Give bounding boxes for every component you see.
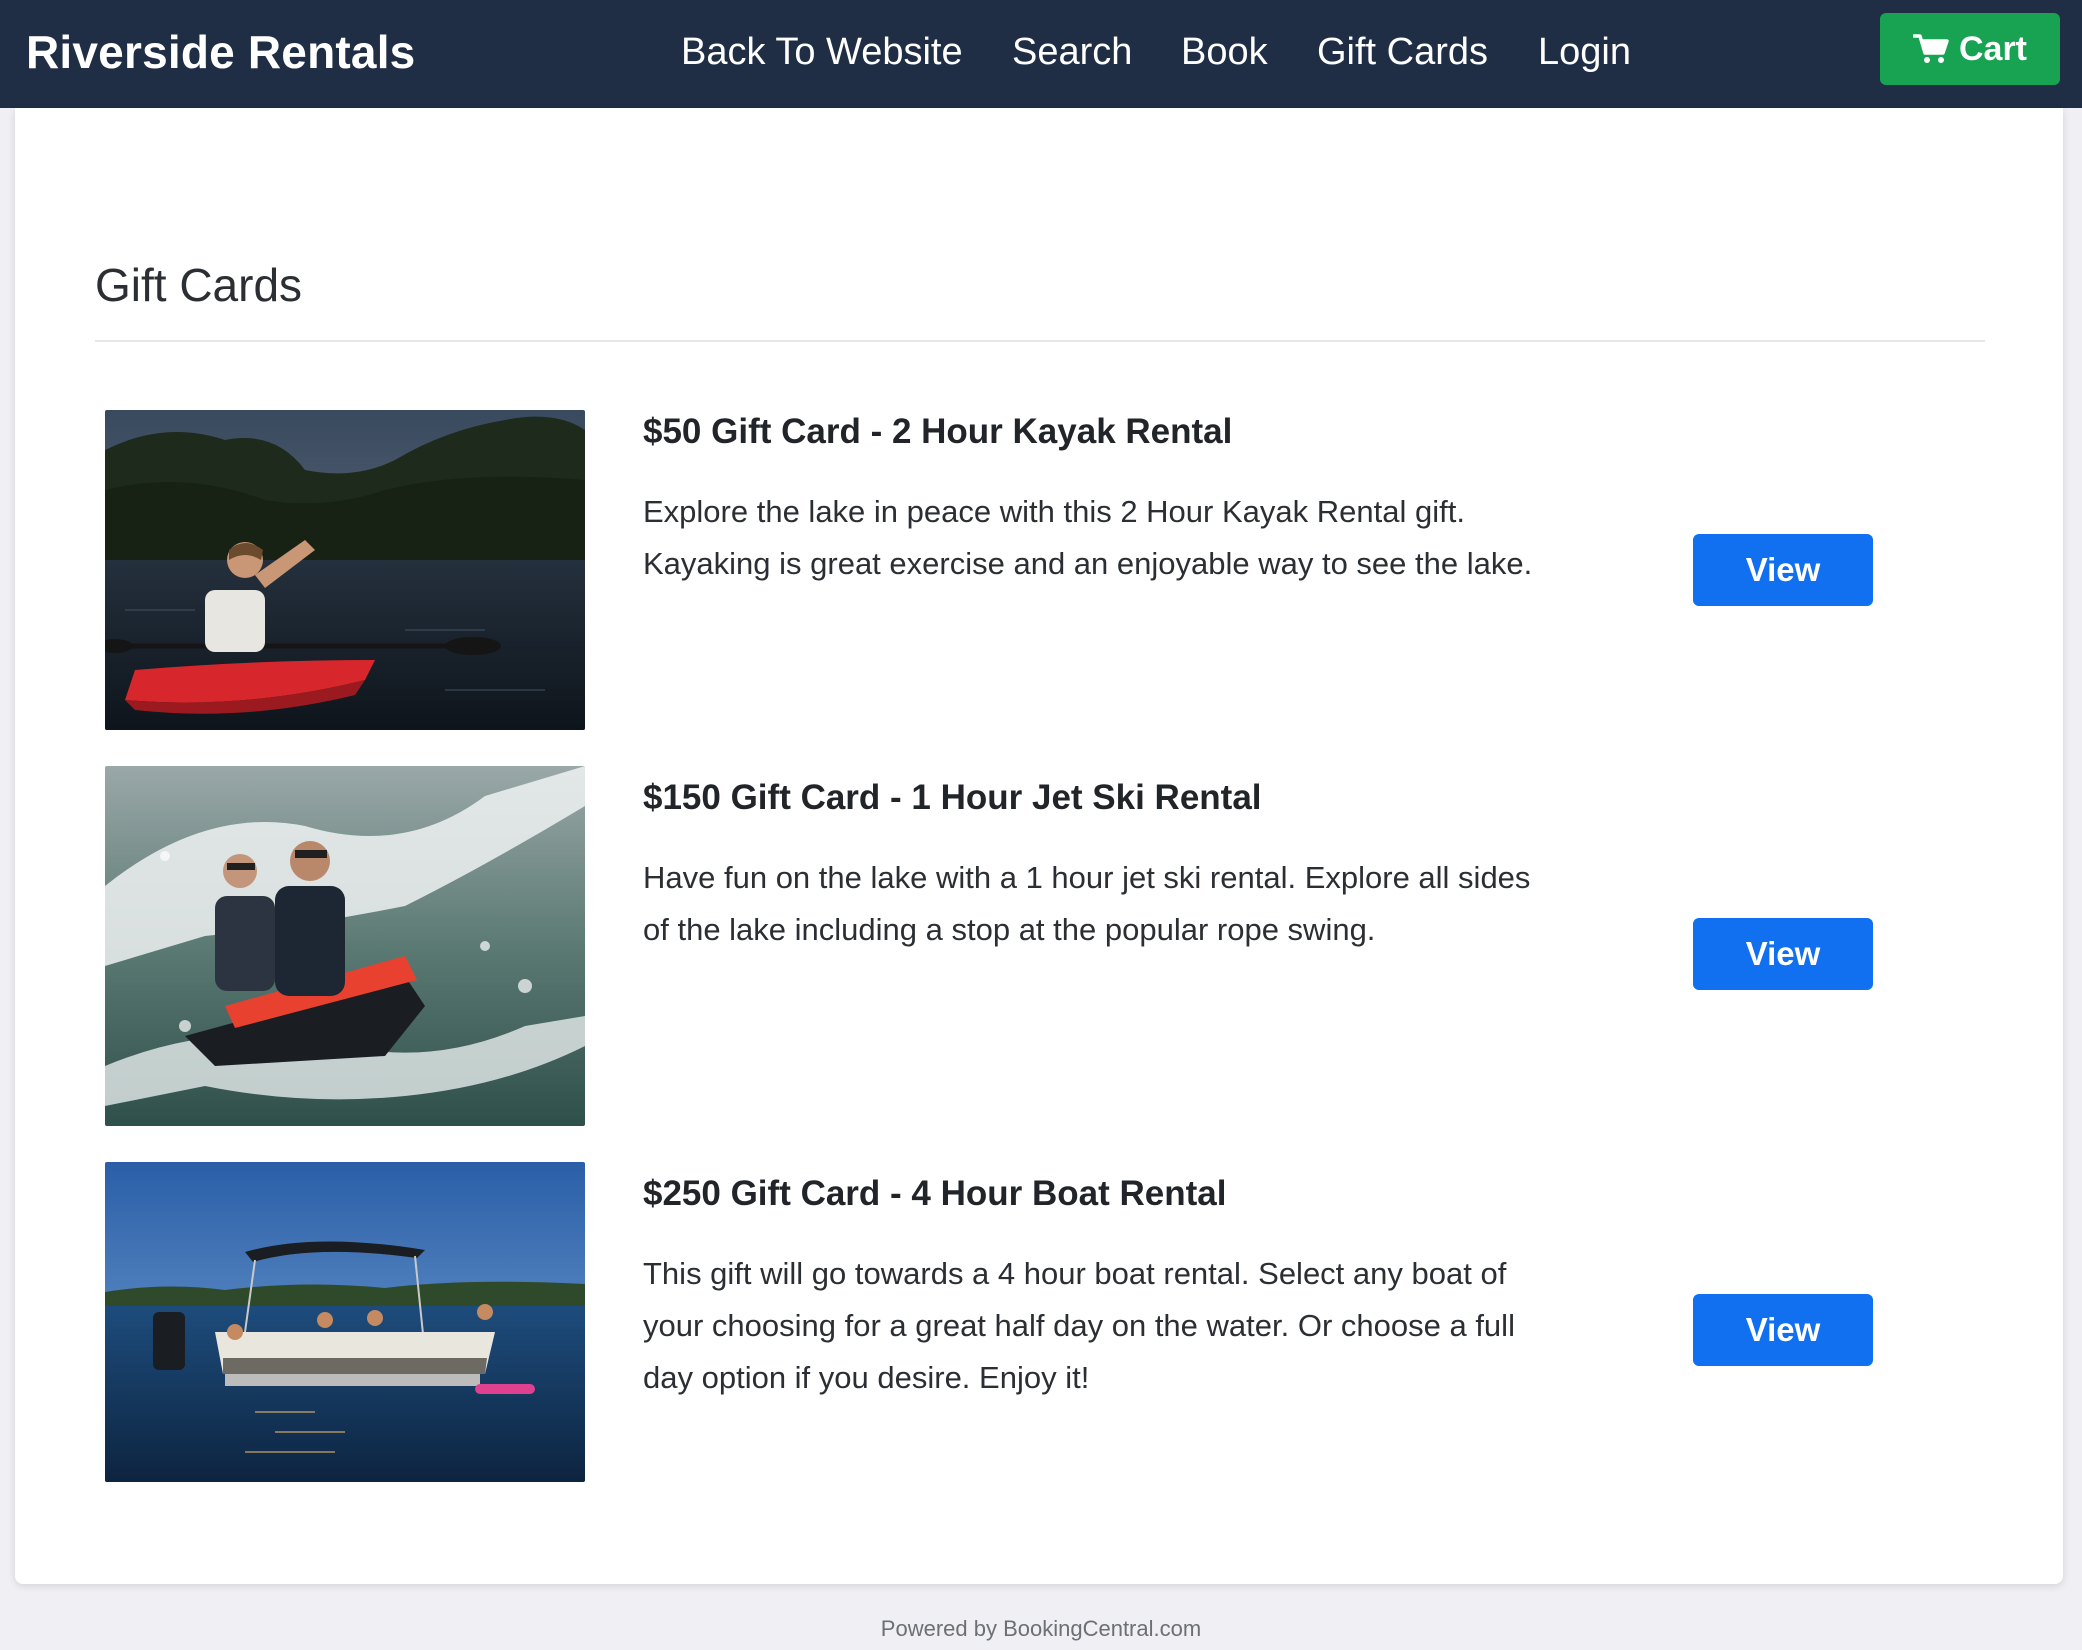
gift-card-description: Have fun on the lake with a 1 hour jet s… <box>643 860 1531 947</box>
cart-button[interactable]: Cart <box>1880 13 2060 85</box>
nav-login[interactable]: Login <box>1538 22 1631 82</box>
cart-label: Cart <box>1958 30 2028 68</box>
gift-card-title: $50 Gift Card - 2 Hour Kayak Rental <box>643 412 1233 451</box>
top-navbar: Riverside Rentals Back To Website Search… <box>0 0 2082 108</box>
page-title: Gift Cards <box>95 259 303 311</box>
gift-card-title: $150 Gift Card - 1 Hour Jet Ski Rental <box>643 778 1262 817</box>
gift-card-title: $250 Gift Card - 4 Hour Boat Rental <box>643 1174 1227 1213</box>
gift-card-description: This gift will go towards a 4 hour boat … <box>643 1256 1515 1395</box>
jet-ski-photo <box>105 766 585 1126</box>
nav-book[interactable]: Book <box>1181 22 1268 82</box>
gift-card-description: Explore the lake in peace with this 2 Ho… <box>643 494 1533 581</box>
view-button[interactable]: View <box>1693 534 1873 606</box>
kayak-photo <box>105 410 585 730</box>
nav-search[interactable]: Search <box>1012 22 1132 82</box>
cart-icon <box>1912 34 1949 63</box>
pontoon-boat-photo <box>105 1162 585 1482</box>
view-button[interactable]: View <box>1693 918 1873 990</box>
brand-logo-text[interactable]: Riverside Rentals <box>26 22 415 82</box>
nav-back-to-website[interactable]: Back To Website <box>681 22 963 82</box>
view-button[interactable]: View <box>1693 1294 1873 1366</box>
nav-gift-cards[interactable]: Gift Cards <box>1317 22 1488 82</box>
title-divider <box>95 340 1985 342</box>
footer-powered-by: Powered by BookingCentral.com <box>880 1616 1202 1641</box>
main-content-card: Gift Cards $50 Gift Card - 2 Hour Kayak … <box>15 108 2063 1584</box>
